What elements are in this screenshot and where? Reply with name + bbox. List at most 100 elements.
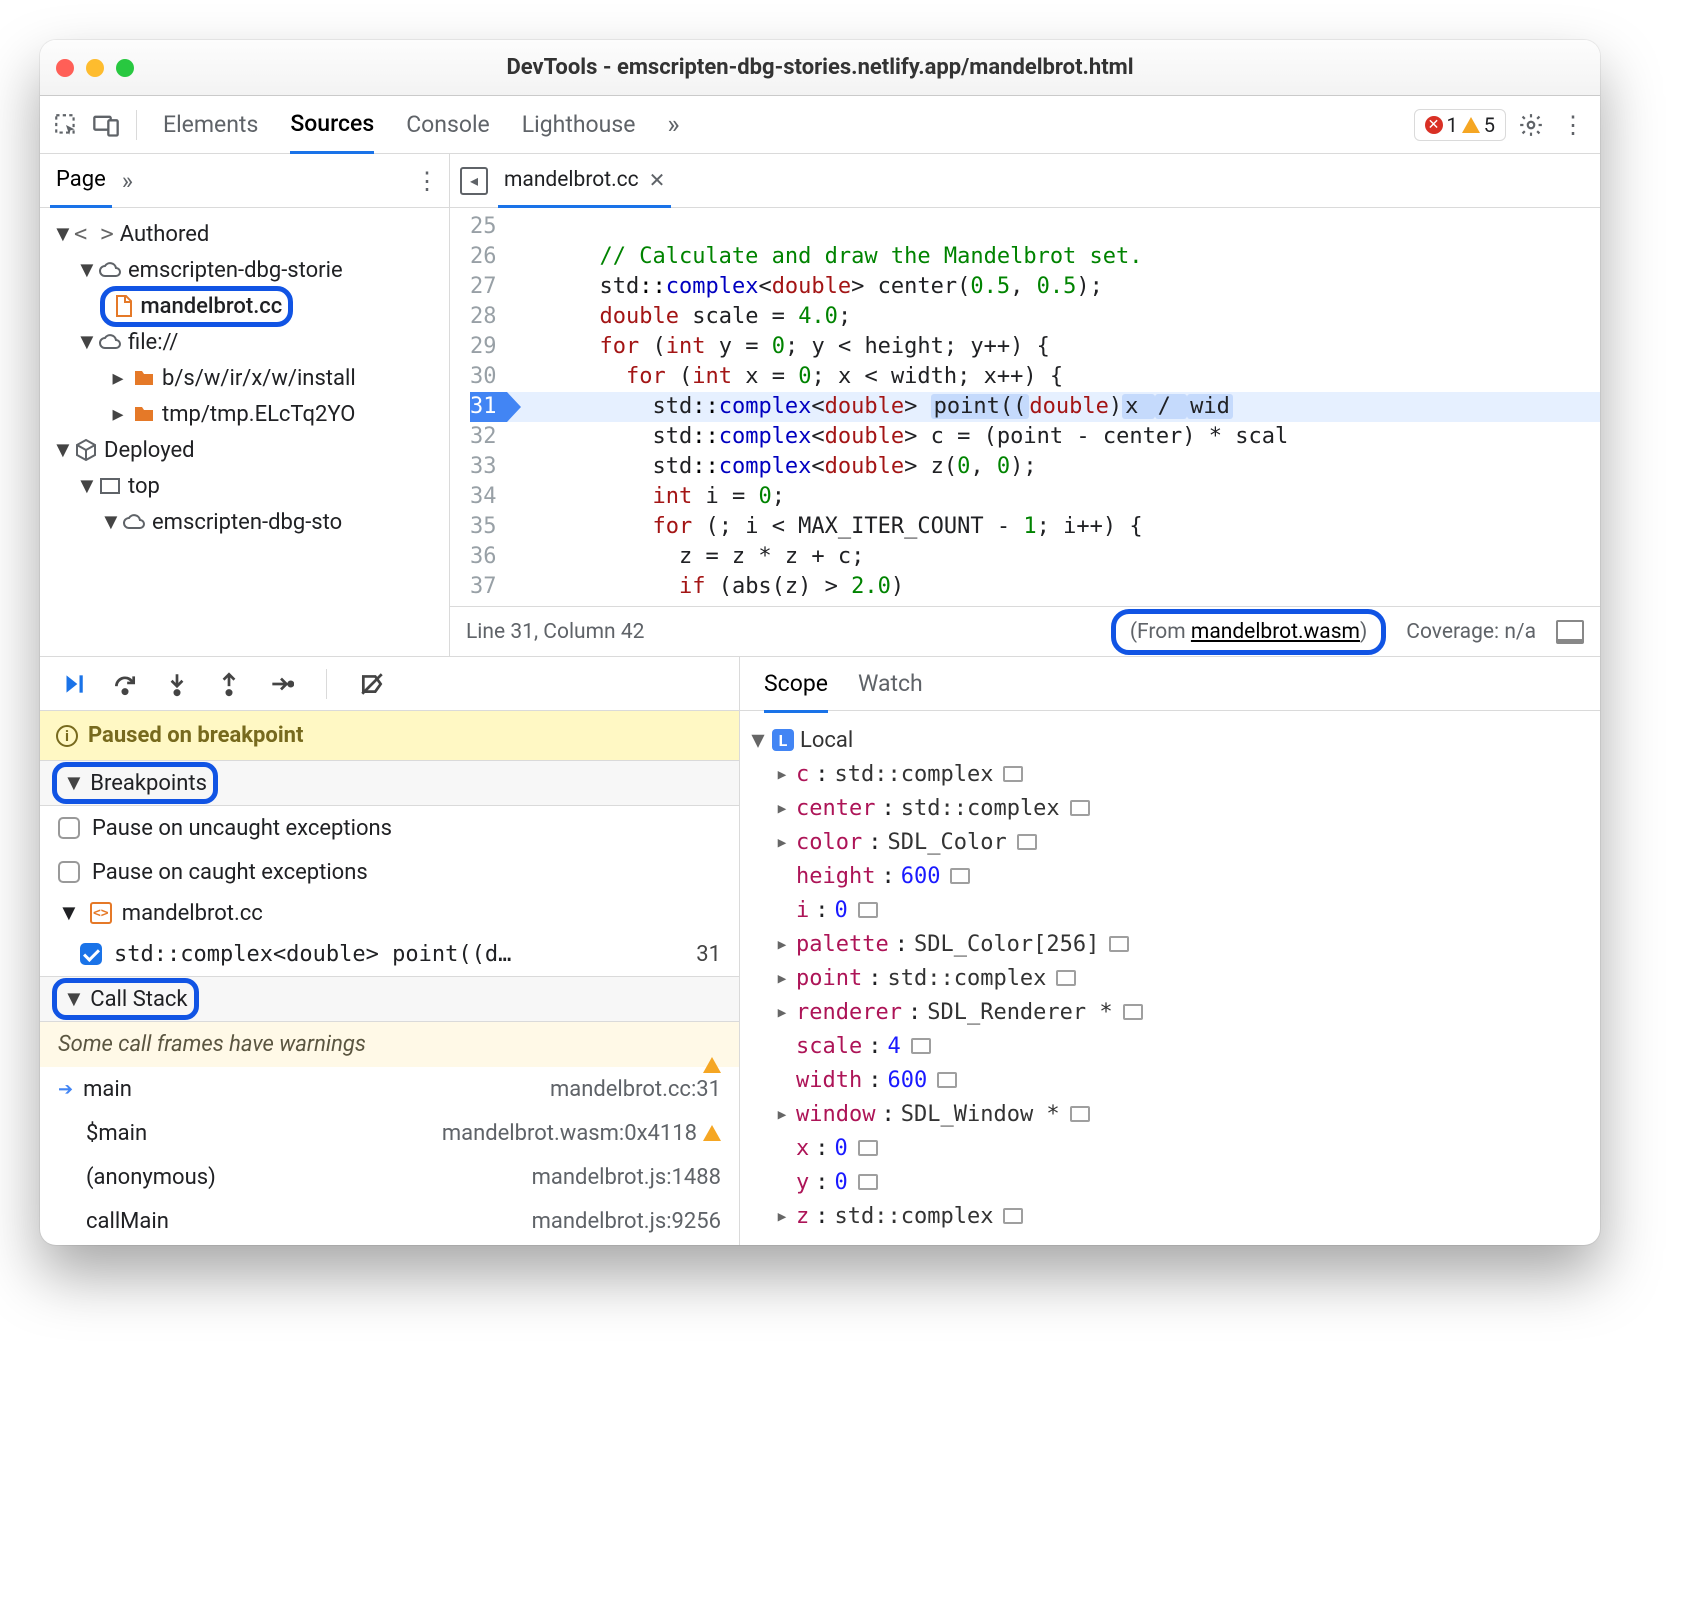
scope-variable[interactable]: ▸point: std::complex (750, 961, 1590, 995)
scope-variable[interactable]: width: 600 (750, 1063, 1590, 1097)
source-origin[interactable]: (From mandelbrot.wasm) (1111, 609, 1386, 655)
source-origin-link[interactable]: mandelbrot.wasm (1191, 620, 1360, 644)
tree-label: emscripten-dbg-storie (128, 258, 343, 283)
callstack-frame[interactable]: callMain mandelbrot.js:9256 (40, 1199, 739, 1243)
code-editor[interactable]: 25 26 27 28 29 30 31 32 33 34 35 36 37 (450, 208, 1600, 606)
minimize-window-icon[interactable] (86, 59, 104, 77)
scope-variable[interactable]: ▸c: std::complex (750, 757, 1590, 791)
bp-file-group[interactable]: ▼ <> mandelbrot.cc (40, 894, 739, 932)
inspect-element-icon[interactable] (50, 109, 82, 141)
scope-variable[interactable]: ▸renderer: SDL_Renderer * (750, 995, 1590, 1029)
tree-folder[interactable]: ▸ tmp/tmp.ELcTq2YO (40, 396, 449, 432)
memory-icon[interactable] (911, 1038, 931, 1054)
memory-icon[interactable] (858, 1140, 878, 1156)
scope-variable[interactable]: ▸z: std::complex (750, 1199, 1590, 1233)
navigator-tab-page[interactable]: Page (50, 155, 112, 208)
memory-icon[interactable] (1123, 1004, 1143, 1020)
file-tree[interactable]: ▼< > Authored ▼ emscripten-dbg-storie ma… (40, 208, 449, 548)
frame-location[interactable]: mandelbrot.cc:31 (550, 1077, 721, 1102)
tree-frame-top[interactable]: ▼ top (40, 468, 449, 504)
navigator-tabs-overflow-icon[interactable]: » (122, 167, 133, 195)
section-callstack[interactable]: ▼ Call Stack (40, 976, 739, 1022)
settings-icon[interactable] (1514, 108, 1548, 142)
coverage-toggle-icon[interactable] (1556, 620, 1584, 644)
resume-icon[interactable] (60, 671, 86, 697)
memory-icon[interactable] (1056, 970, 1076, 986)
sources-workarea: Page » ⋮ ▼< > Authored ▼ emscripten-dbg-… (40, 154, 1600, 657)
frame-location[interactable]: mandelbrot.wasm:0x4118 (442, 1121, 721, 1146)
more-menu-icon[interactable]: ⋮ (1556, 108, 1590, 142)
var-name: center (796, 796, 875, 821)
memory-icon[interactable] (1003, 766, 1023, 782)
file-tabs: ◂ mandelbrot.cc ✕ (450, 154, 1600, 208)
tree-group-deployed[interactable]: ▼ Deployed (40, 432, 449, 468)
tree-group-authored[interactable]: ▼< > Authored (40, 216, 449, 252)
var-name: width (796, 1068, 862, 1093)
tab-lighthouse[interactable]: Lighthouse (522, 97, 636, 152)
tree-label: tmp/tmp.ELcTq2YO (162, 402, 355, 427)
device-toolbar-icon[interactable] (90, 109, 122, 141)
scope-variable[interactable]: height: 600 (750, 859, 1590, 893)
tab-scope[interactable]: Scope (764, 670, 828, 713)
memory-icon[interactable] (858, 902, 878, 918)
step-into-icon[interactable] (164, 671, 190, 697)
scope-variable[interactable]: ▸color: SDL_Color (750, 825, 1590, 859)
scope-local[interactable]: ▼L Local (750, 723, 1590, 757)
tree-origin[interactable]: ▼ emscripten-dbg-storie (40, 252, 449, 288)
issues-counter[interactable]: ✕ 1 5 (1414, 109, 1507, 141)
frame-name: main (83, 1077, 132, 1102)
memory-icon[interactable] (1003, 1208, 1023, 1224)
scope-variable[interactable]: scale: 4 (750, 1029, 1590, 1063)
close-window-icon[interactable] (56, 59, 74, 77)
var-value: SDL_Renderer * (927, 1000, 1112, 1025)
code-lines[interactable]: // Calculate and draw the Mandelbrot set… (507, 208, 1601, 606)
navigator-menu-icon[interactable]: ⋮ (415, 167, 439, 195)
memory-icon[interactable] (858, 1174, 878, 1190)
scope-variable[interactable]: ▸window: SDL_Window * (750, 1097, 1590, 1131)
bp-pause-uncaught[interactable]: Pause on uncaught exceptions (40, 806, 739, 850)
tab-sources[interactable]: Sources (290, 96, 374, 154)
checkbox[interactable] (80, 943, 102, 965)
scope-tree[interactable]: ▼L Local ▸c: std::complex▸center: std::c… (740, 711, 1600, 1245)
memory-icon[interactable] (1070, 1106, 1090, 1122)
bp-entry[interactable]: std::complex<double> point((d… 31 (40, 932, 739, 976)
memory-icon[interactable] (950, 868, 970, 884)
step-icon[interactable] (268, 671, 294, 697)
scope-variable[interactable]: y: 0 (750, 1165, 1590, 1199)
callstack-frame[interactable]: ➔ main mandelbrot.cc:31 (40, 1067, 739, 1111)
step-over-icon[interactable] (112, 671, 138, 697)
callstack-frame[interactable]: $main mandelbrot.wasm:0x4118 (40, 1111, 739, 1155)
line-gutter[interactable]: 25 26 27 28 29 30 31 32 33 34 35 36 37 (450, 208, 507, 606)
error-icon: ✕ (1425, 116, 1443, 134)
callstack-frame[interactable]: (anonymous) mandelbrot.js:1488 (40, 1155, 739, 1199)
tab-elements[interactable]: Elements (163, 97, 258, 152)
scope-variable[interactable]: x: 0 (750, 1131, 1590, 1165)
memory-icon[interactable] (1070, 800, 1090, 816)
toggle-navigator-icon[interactable]: ◂ (460, 167, 488, 195)
tab-console[interactable]: Console (406, 97, 490, 152)
bp-pause-caught[interactable]: Pause on caught exceptions (40, 850, 739, 894)
scope-variable[interactable]: i: 0 (750, 893, 1590, 927)
tree-folder[interactable]: ▸ b/s/w/ir/x/w/install (40, 360, 449, 396)
checkbox[interactable] (58, 861, 80, 883)
step-out-icon[interactable] (216, 671, 242, 697)
deactivate-breakpoints-icon[interactable] (359, 671, 385, 697)
tabs-overflow-icon[interactable]: » (667, 96, 679, 154)
tree-origin[interactable]: ▼ emscripten-dbg-sto (40, 504, 449, 540)
tab-watch[interactable]: Watch (858, 670, 923, 697)
file-tab-mandelbrot[interactable]: mandelbrot.cc ✕ (498, 155, 671, 208)
tree-file-scheme[interactable]: ▼ file:// (40, 324, 449, 360)
memory-icon[interactable] (937, 1072, 957, 1088)
scope-variable[interactable]: ▸center: std::complex (750, 791, 1590, 825)
frame-location[interactable]: mandelbrot.js:1488 (532, 1165, 721, 1190)
var-value: SDL_Window * (901, 1102, 1060, 1127)
zoom-window-icon[interactable] (116, 59, 134, 77)
tree-file-mandelbrot[interactable]: mandelbrot.cc (40, 288, 449, 324)
frame-location[interactable]: mandelbrot.js:9256 (532, 1209, 721, 1234)
scope-variable[interactable]: ▸palette: SDL_Color[256] (750, 927, 1590, 961)
close-tab-icon[interactable]: ✕ (649, 168, 666, 192)
memory-icon[interactable] (1109, 936, 1129, 952)
memory-icon[interactable] (1017, 834, 1037, 850)
section-breakpoints[interactable]: ▼ Breakpoints (40, 760, 739, 806)
checkbox[interactable] (58, 817, 80, 839)
